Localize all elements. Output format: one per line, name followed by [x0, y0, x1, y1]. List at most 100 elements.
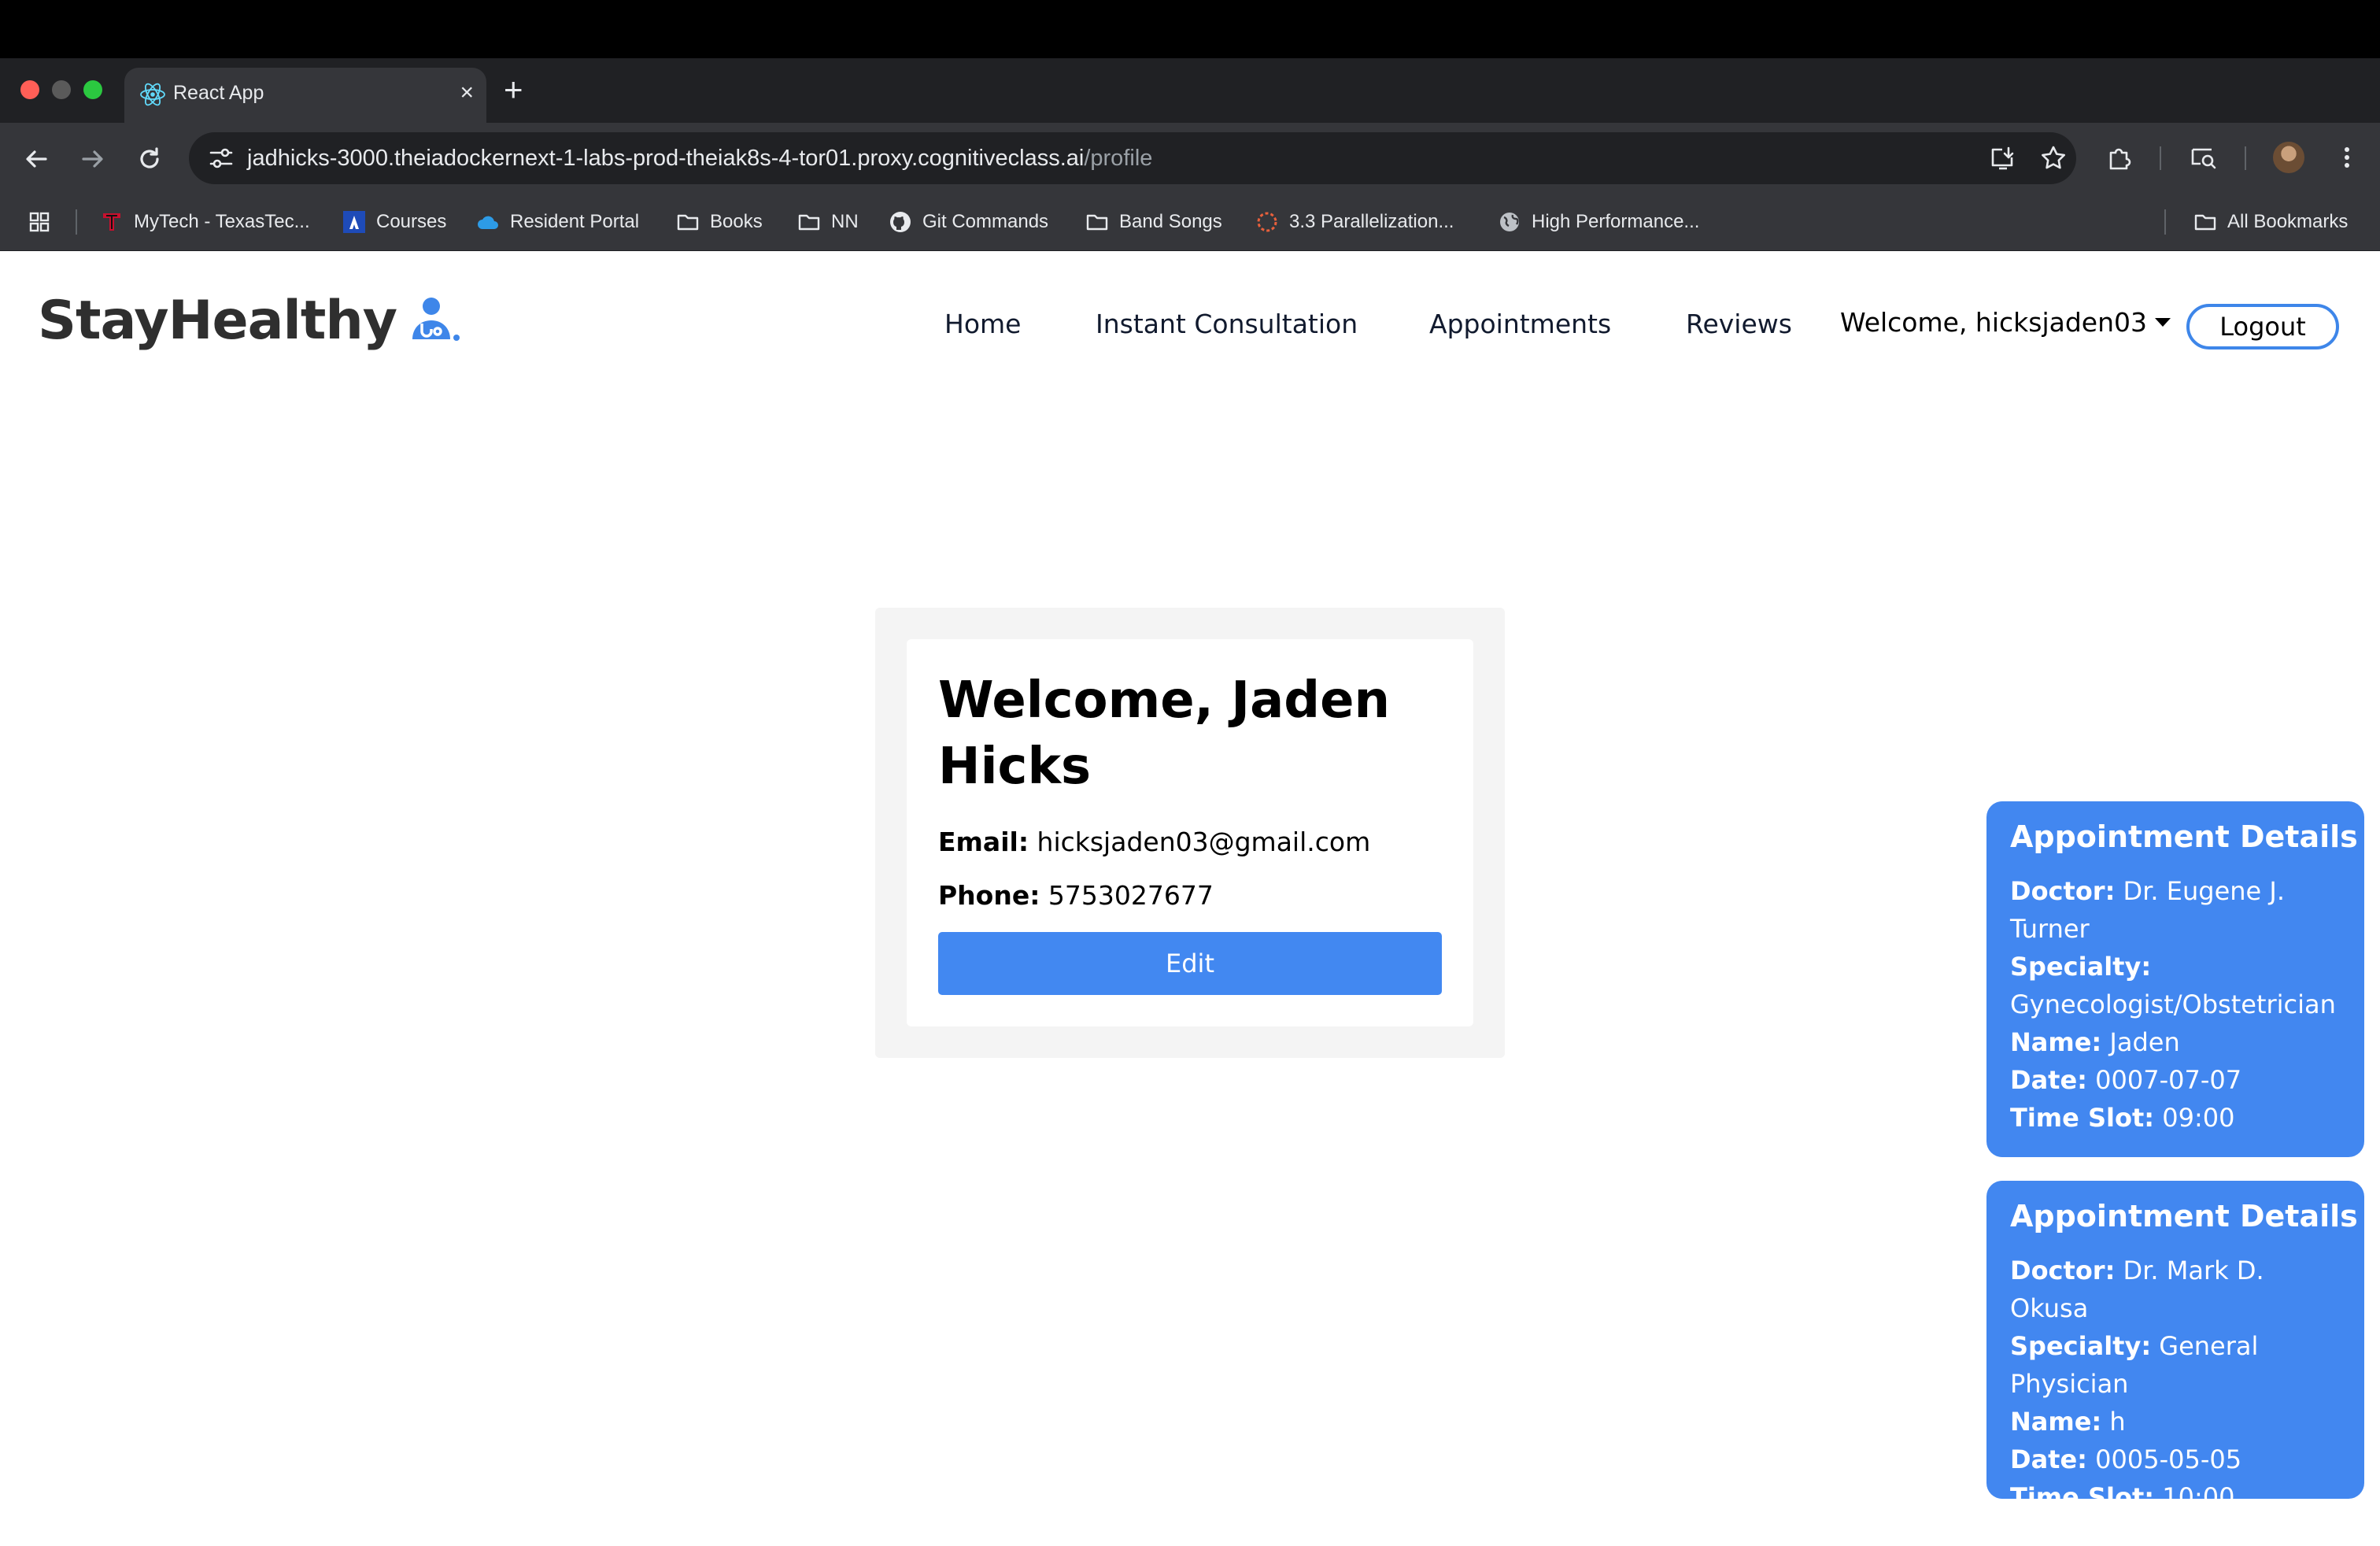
apps-grid-icon[interactable]: [27, 206, 52, 238]
forward-icon[interactable]: [76, 142, 110, 176]
address-bar[interactable]: jadhicks-3000.theiadockernext-1-labs-pro…: [189, 132, 2076, 184]
maximize-window-button[interactable]: [83, 80, 102, 99]
url-path: /profile: [1084, 146, 1153, 171]
caret-down-icon: [2155, 318, 2171, 327]
date-label: Date:: [2010, 1065, 2087, 1095]
appointment-card: Appointment Details Doctor: Dr. Mark D. …: [1986, 1181, 2364, 1512]
toolbar-divider: [2160, 146, 2161, 170]
bookmark-label: Git Commands: [922, 211, 1049, 232]
close-window-button[interactable]: [20, 80, 39, 99]
bookmark-label: Band Songs: [1119, 211, 1222, 232]
folder-icon: [2194, 214, 2216, 231]
all-bookmarks[interactable]: All Bookmarks: [2193, 206, 2348, 238]
phone-value: 5753027677: [1048, 880, 1214, 911]
bookmark-books[interactable]: Books: [675, 206, 763, 238]
appointment-doctor: Doctor: Dr. Eugene J. Turner: [2010, 872, 2342, 948]
bookmark-label: High Performance...: [1532, 211, 1700, 232]
specialty-value: Gynecologist/Obstetrician: [2010, 989, 2336, 1019]
nav-reviews[interactable]: Reviews: [1686, 309, 1792, 339]
user-dropdown[interactable]: Welcome, hicksjaden03: [1840, 307, 2171, 338]
appointment-card: Appointment Details Doctor: Dr. Eugene J…: [1986, 801, 2364, 1157]
toolbar-divider: [2245, 146, 2246, 170]
profile-email: Email: hicksjaden03@gmail.com: [938, 827, 1370, 857]
doctor-label: Doctor:: [2010, 1256, 2116, 1285]
bookmark-parallelization[interactable]: 3.3 Parallelization...: [1255, 206, 1454, 238]
name-value: Jaden: [2109, 1027, 2180, 1057]
time-value: 10:00: [2162, 1482, 2235, 1512]
tab-title: React App: [173, 82, 264, 104]
brand-logo[interactable]: StayHealthy: [38, 290, 461, 352]
appointment-title: Appointment Details: [2010, 1199, 2358, 1233]
appointment-name: Name: h: [2010, 1403, 2342, 1441]
appointment-name: Name: Jaden: [2010, 1023, 2342, 1061]
texas-tech-icon: [103, 213, 120, 231]
profile-phone: Phone: 5753027677: [938, 880, 1214, 911]
bookmark-mytech[interactable]: MyTech - TexasTec...: [99, 206, 310, 238]
time-label: Time Slot:: [2010, 1482, 2155, 1512]
tab-close-icon[interactable]: ×: [460, 79, 474, 107]
doctor-label: Doctor:: [2010, 876, 2116, 906]
bookmark-courses[interactable]: Courses: [342, 206, 446, 238]
menu-bar-backdrop: [0, 0, 2380, 58]
name-value: h: [2109, 1407, 2126, 1437]
bookmark-high-performance[interactable]: High Performance...: [1497, 206, 1699, 238]
nav-home[interactable]: Home: [944, 309, 1021, 339]
tab-search-icon[interactable]: [2188, 142, 2219, 173]
react-icon: [140, 83, 165, 106]
extensions-icon[interactable]: [2105, 142, 2136, 173]
all-bookmarks-label: All Bookmarks: [2227, 211, 2349, 232]
doctor-icon: [412, 297, 460, 341]
loading-icon: [1257, 212, 1277, 232]
nav-appointments[interactable]: Appointments: [1429, 309, 1611, 339]
appointment-specialty: Specialty: Gynecologist/Obstetrician: [2010, 948, 2342, 1023]
folder-icon: [798, 214, 820, 231]
brand-name: StayHealthy: [38, 290, 397, 352]
minimize-window-button[interactable]: [52, 80, 71, 99]
date-label: Date:: [2010, 1444, 2087, 1474]
phone-label: Phone:: [938, 880, 1040, 911]
appointment-date: Date: 0005-05-05: [2010, 1441, 2342, 1478]
date-value: 0005-05-05: [2095, 1444, 2242, 1474]
bookmark-label: 3.3 Parallelization...: [1289, 211, 1454, 232]
site-settings-icon[interactable]: [206, 143, 236, 173]
browser-tab[interactable]: React App ×: [124, 68, 486, 123]
appointment-specialty: Specialty: General Physician: [2010, 1327, 2342, 1403]
bookmark-label: MyTech - TexasTec...: [134, 211, 310, 232]
bookmarks-divider: [2164, 209, 2166, 235]
new-tab-icon[interactable]: +: [504, 69, 523, 110]
bookmarks-divider: [76, 209, 77, 235]
time-value: 09:00: [2162, 1103, 2235, 1133]
reload-icon[interactable]: [132, 142, 167, 176]
more-menu-icon[interactable]: [2331, 142, 2363, 173]
bookmark-nn[interactable]: NN: [796, 206, 859, 238]
bookmark-star-icon[interactable]: [2038, 143, 2068, 173]
specialty-label: Specialty:: [2010, 1331, 2152, 1361]
appointment-time: Time Slot: 10:00: [2010, 1478, 2342, 1516]
email-value: hicksjaden03@gmail.com: [1037, 827, 1371, 857]
appointment-doctor: Doctor: Dr. Mark D. Okusa: [2010, 1252, 2342, 1327]
date-value: 0007-07-07: [2095, 1065, 2242, 1095]
install-app-icon[interactable]: [1988, 143, 2018, 173]
user-dropdown-label: Welcome, hicksjaden03: [1840, 307, 2148, 338]
bookmark-band-songs[interactable]: Band Songs: [1085, 206, 1222, 238]
time-label: Time Slot:: [2010, 1103, 2155, 1133]
profile-avatar[interactable]: [2273, 142, 2304, 173]
globe-icon: [1500, 213, 1519, 231]
back-icon[interactable]: [19, 142, 54, 176]
appointment-date: Date: 0007-07-07: [2010, 1061, 2342, 1099]
edit-profile-button[interactable]: Edit: [938, 932, 1442, 995]
profile-welcome-title: Welcome, Jaden Hicks: [938, 671, 1391, 796]
bookmark-label: NN: [831, 211, 859, 232]
logout-button[interactable]: Logout: [2186, 304, 2339, 350]
folder-icon: [677, 214, 699, 231]
appointment-title: Appointment Details: [2010, 819, 2358, 854]
bookmark-resident-portal[interactable]: Resident Portal: [475, 206, 639, 238]
appointment-time: Time Slot: 09:00: [2010, 1099, 2342, 1137]
bookmark-label: Books: [710, 211, 763, 232]
cloud-icon: [478, 216, 498, 229]
nav-instant-consultation[interactable]: Instant Consultation: [1096, 309, 1358, 339]
folder-icon: [1086, 214, 1108, 231]
email-label: Email:: [938, 827, 1029, 857]
courses-icon: [343, 211, 365, 233]
bookmark-git-commands[interactable]: Git Commands: [888, 206, 1048, 238]
